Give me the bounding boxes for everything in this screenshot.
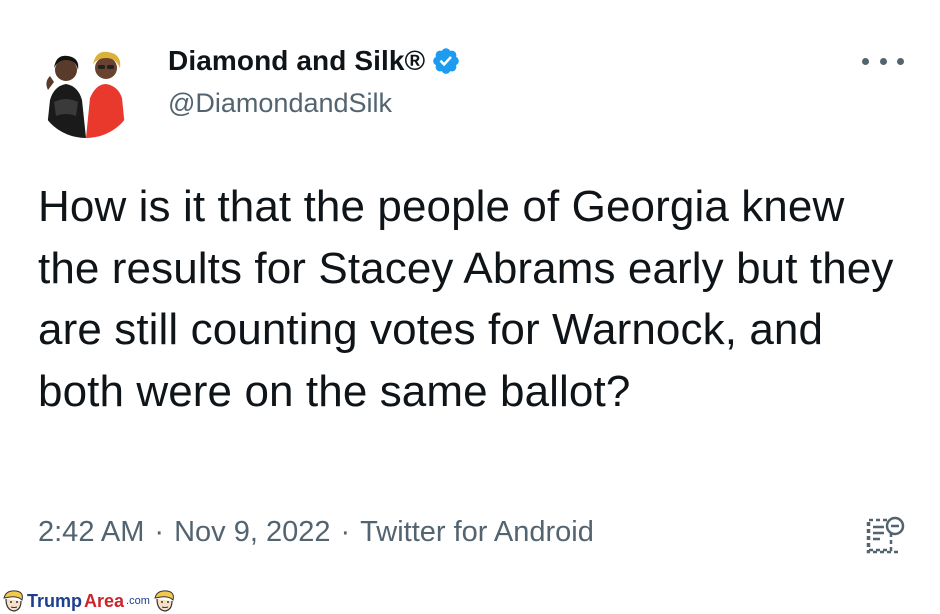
watermark-text-trump: Trump: [27, 591, 83, 611]
more-options-button[interactable]: [862, 48, 904, 74]
avatar-image: [36, 38, 136, 138]
trump-face-icon: [154, 590, 174, 612]
tweet-card: Diamond and Silk® @DiamondandSilk How is…: [0, 0, 940, 614]
user-handle[interactable]: @DiamondandSilk: [168, 88, 392, 119]
tweet-text: How is it that the people of Georgia kne…: [38, 182, 894, 416]
tweet-analytics-icon[interactable]: [864, 514, 906, 556]
watermark: Trump Area .com: [0, 588, 177, 614]
watermark-text-com: .com: [126, 595, 150, 607]
verified-badge-icon: [433, 48, 460, 74]
meta-separator: ·: [340, 516, 351, 548]
tweet-date[interactable]: Nov 9, 2022: [174, 516, 330, 549]
display-name-row[interactable]: Diamond and Silk®: [168, 44, 461, 78]
more-options-icon: [862, 57, 869, 65]
tweet-source[interactable]: Twitter for Android: [360, 516, 594, 549]
tweet-meta: 2:42 AM · Nov 9, 2022 · Twitter for Andr…: [38, 516, 594, 549]
watermark-text-area: Area: [84, 591, 125, 611]
more-dot: [897, 57, 904, 65]
tweet-time[interactable]: 2:42 AM: [38, 516, 144, 549]
meta-separator: ·: [154, 516, 165, 548]
trump-face-icon: [3, 590, 23, 612]
avatar[interactable]: [36, 38, 136, 138]
display-name[interactable]: Diamond and Silk®: [168, 45, 425, 77]
more-dot: [879, 57, 887, 65]
